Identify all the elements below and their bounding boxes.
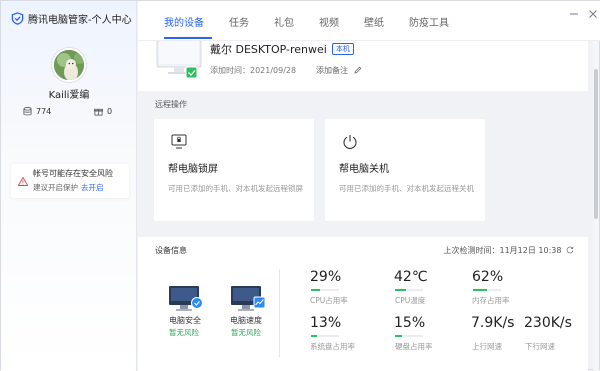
username[interactable]: Kaili爱编 — [1, 86, 137, 101]
app-title: 腾讯电脑管家-个人中心 — [11, 11, 132, 26]
power-icon — [343, 135, 357, 149]
download-speed-value: 230K/s — [524, 315, 572, 331]
tab-videos[interactable]: 视频 — [319, 14, 339, 29]
cpu-usage-bar-fill — [311, 289, 320, 291]
storage-stat[interactable]: 774 — [23, 107, 51, 116]
app-window: 腾讯电脑管家-个人中心 Kaili爱编 774 0 帐号可能存在安全风险 建议开… — [0, 0, 600, 371]
pc-speed-status: 暂无风险 — [231, 328, 261, 337]
remote-section-label: 远程操作 — [155, 100, 187, 109]
warning-icon — [18, 177, 28, 186]
last-check-text: 上次检测时间：11月12日 10:38 — [443, 246, 562, 255]
avatar[interactable] — [52, 48, 86, 82]
storage-count: 774 — [36, 107, 52, 116]
enable-protection-link[interactable]: 去开启 — [81, 183, 104, 192]
security-risk-notice: 帐号可能存在安全风险 建议开启保护 去开启 — [11, 164, 129, 198]
gift-stat[interactable]: 0 — [94, 107, 112, 116]
desktop-monitor-icon — [156, 41, 202, 79]
shutdown-desc: 可用已添加的手机、对本机发起远程关机 — [339, 184, 474, 193]
upload-speed-label: 上行网速 — [472, 342, 502, 351]
tab-epidemic-tools[interactable]: 防疫工具 — [409, 14, 449, 29]
lock-screen-title: 帮电脑锁屏 — [168, 164, 218, 175]
upload-speed-value: 7.9K/s — [471, 315, 515, 331]
device-info-label: 设备信息 — [155, 246, 187, 255]
memory-usage-bar — [473, 289, 501, 291]
lock-screen-desc: 可用已添加的手机、对本机发起远程锁屏 — [168, 184, 303, 193]
info-divider — [279, 269, 280, 357]
risk-subtitle-text: 建议开启保护 — [33, 183, 78, 192]
cpu-temp-value: 42℃ — [394, 269, 428, 285]
shutdown-card[interactable]: 帮电脑关机 可用已添加的手机、对本机发起远程关机 — [325, 119, 485, 221]
avatar-image — [54, 50, 84, 80]
system-disk-bar-fill — [311, 335, 317, 337]
device-name-text: 戴尔 DESKTOP-renwei — [210, 43, 327, 56]
local-device-badge: 本机 — [331, 43, 354, 55]
tab-tasks[interactable]: 任务 — [229, 14, 249, 29]
remote-operations-section: 远程操作 帮电脑锁屏 可用已添加的手机、对本机发起远程锁屏 帮电脑关机 可用已添… — [138, 91, 588, 241]
active-tab-indicator — [164, 37, 212, 39]
system-disk-bar — [311, 335, 339, 337]
shutdown-title: 帮电脑关机 — [339, 164, 389, 175]
disk-usage-bar — [395, 335, 423, 337]
cpu-temp-bar-fill — [395, 289, 406, 291]
risk-title: 帐号可能存在安全风险 — [33, 169, 113, 178]
pc-speed-icon — [231, 286, 266, 311]
device-name: 戴尔 DESKTOP-renwei 本机 — [210, 41, 354, 57]
system-disk-label: 系统盘占用率 — [310, 342, 355, 351]
memory-usage-value: 62% — [472, 269, 504, 285]
last-check-time[interactable]: 上次检测时间：11月12日 10:38 — [443, 245, 574, 256]
gift-count: 0 — [107, 107, 113, 116]
close-icon — [589, 10, 597, 18]
system-disk-value: 13% — [310, 315, 342, 331]
add-note-label: 添加备注 — [316, 66, 348, 75]
memory-usage-bar-fill — [473, 289, 487, 291]
close-button[interactable] — [587, 9, 599, 21]
cpu-usage-value: 29% — [310, 269, 342, 285]
app-title-text: 腾讯电脑管家-个人中心 — [28, 15, 132, 26]
shield-logo-icon — [11, 12, 24, 25]
top-nav: 我的设备 任务 礼包 视频 壁纸 防疫工具 — [138, 1, 600, 41]
disk-usage-bar-fill — [395, 335, 402, 337]
cpu-temp-bar — [395, 289, 423, 291]
download-speed-label: 下行网速 — [525, 342, 555, 351]
memory-usage-label: 内存占用率 — [472, 296, 510, 305]
pc-security-status: 暂无风险 — [169, 328, 199, 337]
pc-speed-title: 电脑速度 — [230, 316, 262, 325]
device-info-section: 设备信息 上次检测时间：11月12日 10:38 电脑安全 暂无风险 电脑速度 … — [138, 237, 588, 371]
minimize-button[interactable] — [568, 9, 580, 21]
tab-wallpapers[interactable]: 壁纸 — [364, 14, 384, 29]
device-added-time: 添加时间：2021/09/28 — [210, 66, 297, 75]
risk-subtitle: 建议开启保护 去开启 — [33, 182, 104, 193]
cpu-usage-bar — [311, 289, 339, 291]
device-card: 戴尔 DESKTOP-renwei 本机 添加时间：2021/09/28 添加备注 — [138, 41, 588, 91]
sidebar: 腾讯电脑管家-个人中心 Kaili爱编 774 0 帐号可能存在安全风险 建议开… — [1, 1, 137, 371]
gift-icon — [94, 108, 103, 116]
pc-security-title: 电脑安全 — [169, 316, 201, 325]
pencil-icon — [353, 66, 361, 74]
vertical-scrollbar[interactable] — [593, 41, 599, 371]
disk-usage-value: 15% — [394, 315, 426, 331]
scrollbar-thumb[interactable] — [594, 69, 598, 219]
tab-my-devices[interactable]: 我的设备 — [164, 14, 204, 29]
monitor-lock-icon — [171, 134, 187, 149]
minimize-icon — [570, 13, 578, 15]
disk-usage-label: 硬盘占用率 — [395, 342, 433, 351]
pc-security-icon — [169, 286, 203, 311]
add-note-button[interactable]: 添加备注 — [316, 65, 362, 76]
lock-screen-card[interactable]: 帮电脑锁屏 可用已添加的手机、对本机发起远程锁屏 — [154, 119, 314, 221]
tab-gifts[interactable]: 礼包 — [274, 14, 294, 29]
refresh-icon — [566, 246, 574, 254]
database-icon — [23, 107, 32, 116]
cpu-temp-label: CPU温度 — [395, 296, 426, 305]
cpu-usage-label: CPU占用率 — [310, 296, 348, 305]
main-content: 戴尔 DESKTOP-renwei 本机 添加时间：2021/09/28 添加备注… — [138, 41, 588, 371]
